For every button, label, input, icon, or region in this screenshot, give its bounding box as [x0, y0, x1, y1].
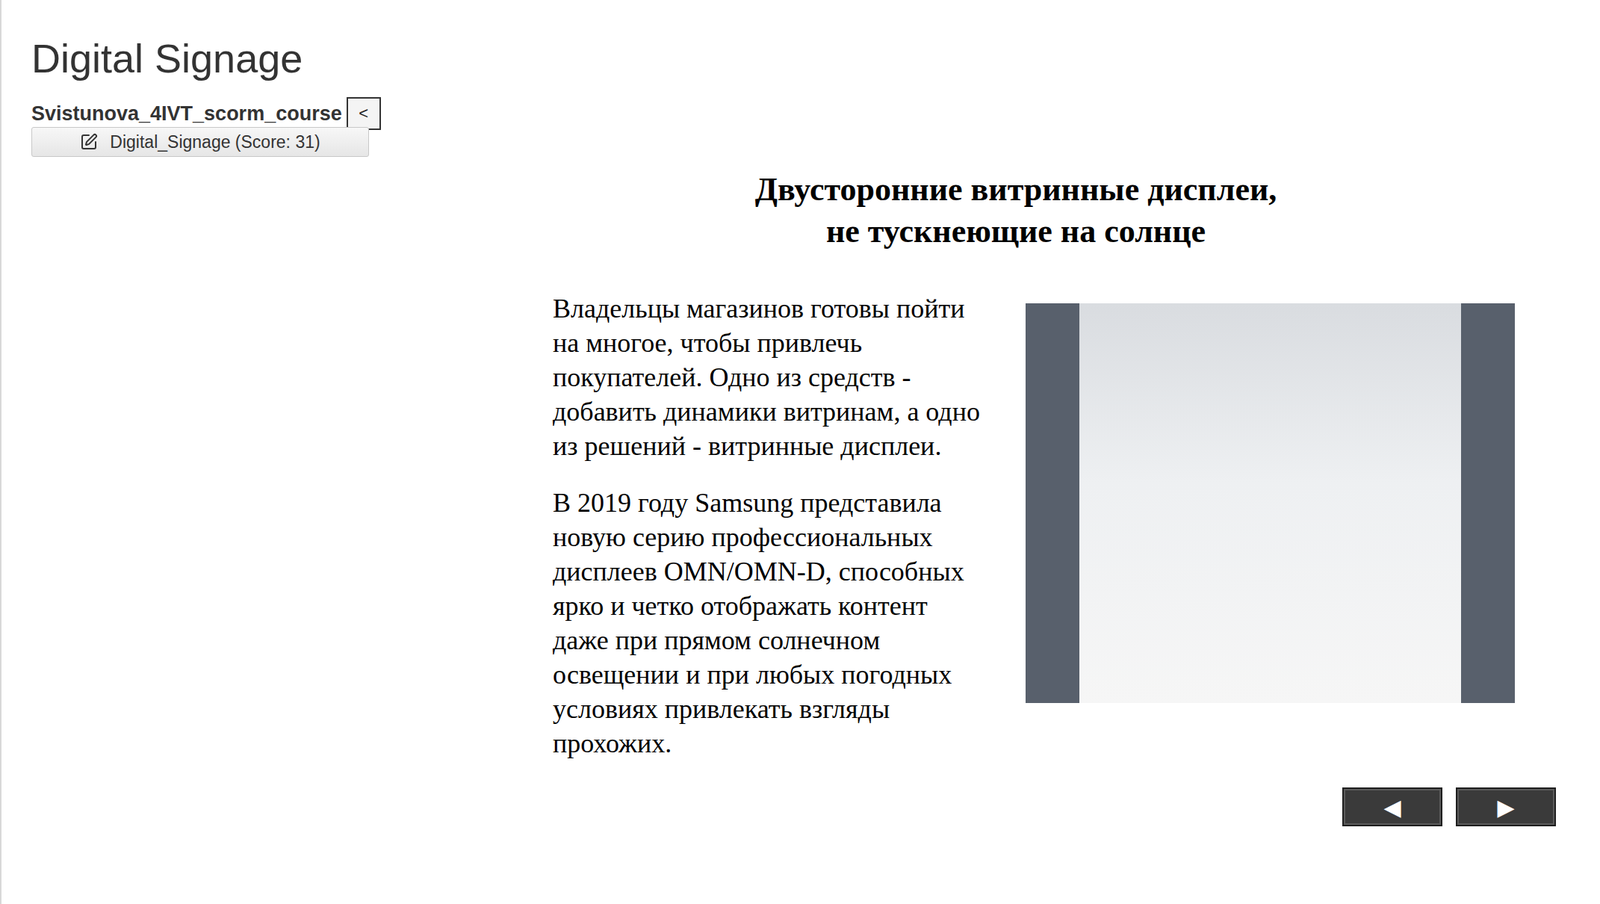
slide-content: Двусторонние витринные дисплеи,не тускне…	[516, 97, 1571, 827]
slide-heading: Двусторонние витринные дисплеи,не тускне…	[552, 168, 1479, 253]
main-row: Svistunova_4IVT_scorm_course<Digital_Sig…	[31, 97, 1571, 827]
module-label: Digital_Signage (Score: 31)	[109, 132, 320, 153]
display-photo	[1025, 303, 1515, 703]
slide-paragraph: В 2019 году Samsung представила новую се…	[552, 485, 983, 761]
scorm-player-page: Digital Signage Svistunova_4IVT_scorm_cou…	[0, 0, 1600, 904]
slide-body: Владельцы магазинов готовы пойти на мног…	[552, 291, 1571, 783]
heading-line: Двусторонние витринные дисплеи,	[552, 168, 1479, 211]
course-tree: Svistunova_4IVT_scorm_course<Digital_Sig…	[31, 97, 517, 157]
course-name: Svistunova_4IVT_scorm_course	[31, 102, 343, 126]
module-button[interactable]: Digital_Signage (Score: 31)	[31, 126, 370, 157]
course-row: Svistunova_4IVT_scorm_course<	[31, 97, 381, 130]
text-column: Владельцы магазинов готовы пойти на мног…	[552, 291, 983, 783]
next-button[interactable]: ▶	[1455, 787, 1556, 827]
edit-icon	[79, 132, 98, 151]
prev-button[interactable]: ◀	[1342, 787, 1443, 827]
page-title: Digital Signage	[31, 32, 1571, 84]
nav-row: ◀▶	[552, 787, 1556, 827]
slide-paragraph: Владельцы магазинов готовы пойти на мног…	[552, 291, 983, 464]
collapse-button[interactable]: <	[346, 97, 381, 130]
heading-line: не тускнеющие на солнце	[552, 210, 1479, 253]
